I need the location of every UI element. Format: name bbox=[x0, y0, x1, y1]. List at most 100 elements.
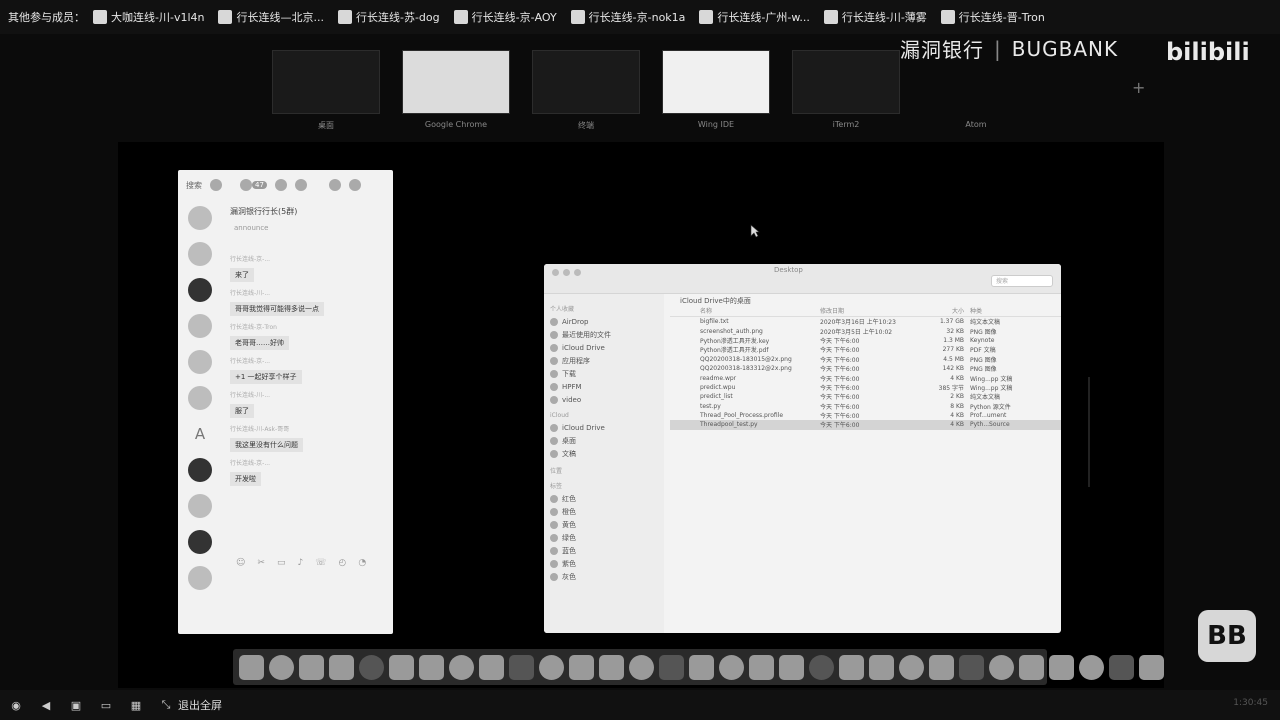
column-name[interactable]: 名称 bbox=[670, 306, 820, 316]
conversation-avatar[interactable] bbox=[188, 458, 212, 482]
app-switcher-item[interactable]: Atom bbox=[912, 50, 1040, 142]
column-kind[interactable]: 种类 bbox=[970, 306, 1060, 316]
chat-tool-icon[interactable]: ☺ bbox=[236, 558, 245, 568]
column-date[interactable]: 修改日期 bbox=[820, 306, 920, 316]
dock-app-icon[interactable] bbox=[599, 654, 624, 680]
column-size[interactable]: 大小 bbox=[920, 306, 970, 316]
file-row[interactable]: QQ20200318-183312@2x.png 今天 下午6:00 142 KB P… bbox=[670, 364, 1061, 373]
app-switcher-item[interactable]: Wing IDE bbox=[652, 50, 780, 142]
sidebar-item[interactable]: video bbox=[550, 393, 658, 406]
speaker-icon[interactable]: ◀ bbox=[38, 699, 54, 712]
dock-app-icon[interactable] bbox=[989, 654, 1014, 680]
dock-app-icon[interactable] bbox=[269, 654, 294, 680]
conversation-avatar[interactable] bbox=[188, 242, 212, 266]
sidebar-item[interactable]: 绿色 bbox=[550, 531, 658, 544]
chat-tool-icon[interactable]: ☏ bbox=[315, 558, 326, 568]
chat-icon[interactable] bbox=[240, 179, 252, 191]
conversation-avatar[interactable] bbox=[188, 350, 212, 374]
file-row[interactable]: readme.wpr 今天 下午6:00 4 KB Wing...pp 文稿 bbox=[670, 373, 1061, 383]
finder-search-input[interactable]: 搜索 bbox=[991, 275, 1053, 287]
file-row[interactable]: Python渗透工具开发.key 今天 下午6:00 1.3 MB Keynote bbox=[670, 336, 1061, 345]
layout-icon[interactable]: ▦ bbox=[128, 699, 144, 712]
contacts-icon[interactable] bbox=[274, 179, 287, 191]
conversation-avatar[interactable] bbox=[188, 206, 212, 230]
camera-off-icon[interactable]: ▣ bbox=[68, 699, 84, 712]
dock-app-icon[interactable] bbox=[659, 654, 684, 680]
plus-icon[interactable]: + bbox=[1132, 78, 1145, 97]
close-window-icon[interactable] bbox=[552, 269, 559, 276]
conversation-avatar[interactable] bbox=[188, 278, 212, 302]
sidebar-item[interactable]: 红色 bbox=[550, 492, 658, 505]
app-switcher-item[interactable]: iTerm2 bbox=[782, 50, 910, 142]
sidebar-item[interactable]: 黄色 bbox=[550, 518, 658, 531]
dock-app-icon[interactable] bbox=[299, 654, 324, 680]
participant-item[interactable]: 行长连线-苏-dog bbox=[337, 9, 440, 25]
chat-tool-icon[interactable]: ▭ bbox=[277, 558, 286, 568]
dock-app-icon[interactable] bbox=[959, 654, 984, 680]
sidebar-item[interactable]: 橙色 bbox=[550, 505, 658, 518]
sidebar-item[interactable]: AirDrop bbox=[550, 315, 658, 328]
dock-app-icon[interactable] bbox=[809, 654, 834, 680]
dock-app-icon[interactable] bbox=[689, 654, 714, 680]
dock-app-icon[interactable] bbox=[1139, 654, 1164, 680]
chat-search-input[interactable]: 搜索 bbox=[186, 180, 202, 191]
chat-tool-icon[interactable]: ♪ bbox=[297, 558, 303, 568]
sidebar-item[interactable]: 最近使用的文件 bbox=[550, 328, 658, 341]
participant-item[interactable]: 行长连线-广州-w... bbox=[699, 9, 810, 25]
sidebar-item[interactable]: 应用程序 bbox=[550, 354, 658, 367]
dock-app-icon[interactable] bbox=[539, 654, 564, 680]
participant-item[interactable]: 行长连线—北京... bbox=[218, 9, 324, 25]
app-switcher-item[interactable]: 桌面 bbox=[262, 50, 390, 142]
file-row[interactable]: predict_list 今天 下午6:00 2 KB 纯文本文稿 bbox=[670, 392, 1061, 401]
participant-item[interactable]: 行长连线-川-薄雾 bbox=[823, 9, 927, 25]
search-icon[interactable] bbox=[210, 179, 222, 191]
file-row[interactable]: QQ20200318-183015@2x.png 今天 下午6:00 4.5 MB P… bbox=[670, 355, 1061, 364]
microphone-icon[interactable]: ◉ bbox=[8, 699, 24, 712]
dock-app-icon[interactable] bbox=[419, 654, 444, 680]
zoom-window-icon[interactable] bbox=[574, 269, 581, 276]
dock-app-icon[interactable] bbox=[239, 654, 264, 680]
dock-app-icon[interactable] bbox=[389, 654, 414, 680]
file-row[interactable]: bigfile.txt 2020年3月16日 上午10:23 1.37 GB 纯文本文… bbox=[670, 317, 1061, 326]
participant-item[interactable]: 行长连线-京-nok1a bbox=[570, 9, 685, 25]
file-row[interactable]: test.py 今天 下午6:00 8 KB Python 源文件 bbox=[670, 402, 1061, 411]
settings-icon[interactable] bbox=[348, 179, 361, 191]
dock-app-icon[interactable] bbox=[569, 654, 594, 680]
participant-item[interactable]: 行长连线-晋-Tron bbox=[940, 9, 1045, 25]
conversation-avatar[interactable] bbox=[188, 530, 212, 554]
dock-app-icon[interactable] bbox=[929, 654, 954, 680]
dock-app-icon[interactable] bbox=[449, 654, 474, 680]
participant-item[interactable]: 行长连线-京-AOY bbox=[453, 9, 557, 25]
dock-app-icon[interactable] bbox=[869, 654, 894, 680]
conversation-avatar[interactable] bbox=[188, 386, 212, 410]
app-switcher-item[interactable]: Google Chrome bbox=[392, 50, 520, 142]
dock-app-icon[interactable] bbox=[479, 654, 504, 680]
screen-share-icon[interactable]: ▭ bbox=[98, 699, 114, 712]
sidebar-item[interactable]: 紫色 bbox=[550, 557, 658, 570]
exit-fullscreen-button[interactable]: ⤡ 退出全屏 bbox=[158, 697, 222, 713]
dock-app-icon[interactable] bbox=[779, 654, 804, 680]
sidebar-item[interactable]: iCloud Drive bbox=[550, 421, 658, 434]
file-row[interactable]: Threadpool_test.py 今天 下午6:00 4 KB Pyth...So… bbox=[670, 420, 1061, 430]
sidebar-item[interactable]: 下载 bbox=[550, 367, 658, 380]
scrollbar[interactable] bbox=[1088, 377, 1090, 487]
dock-app-icon[interactable] bbox=[629, 654, 654, 680]
dock-app-icon[interactable] bbox=[509, 654, 534, 680]
apps-icon[interactable] bbox=[294, 179, 307, 191]
file-row[interactable]: Thread_Pool_Process.profile 今天 下午6:00 4 KB… bbox=[670, 411, 1061, 420]
dock-app-icon[interactable] bbox=[1109, 654, 1134, 680]
sidebar-item[interactable]: 蓝色 bbox=[550, 544, 658, 557]
app-store-icon[interactable]: A bbox=[188, 422, 212, 446]
sidebar-item[interactable]: iCloud Drive bbox=[550, 341, 658, 354]
dock-app-icon[interactable] bbox=[899, 654, 924, 680]
dock-app-icon[interactable] bbox=[1019, 654, 1044, 680]
avatar[interactable] bbox=[328, 179, 341, 191]
dock-app-icon[interactable] bbox=[839, 654, 864, 680]
participant-item[interactable]: 大咖连线-川-v1l4n bbox=[93, 9, 204, 25]
app-switcher-item[interactable]: 终端 bbox=[522, 50, 650, 142]
dock-app-icon[interactable] bbox=[1049, 654, 1074, 680]
chat-tool-icon[interactable]: ✂ bbox=[257, 558, 265, 568]
sidebar-item[interactable]: 桌面 bbox=[550, 434, 658, 447]
minimize-window-icon[interactable] bbox=[563, 269, 570, 276]
file-row[interactable]: predict.wpu 今天 下午6:00 385 字节 Wing...pp 文稿 bbox=[670, 383, 1061, 392]
